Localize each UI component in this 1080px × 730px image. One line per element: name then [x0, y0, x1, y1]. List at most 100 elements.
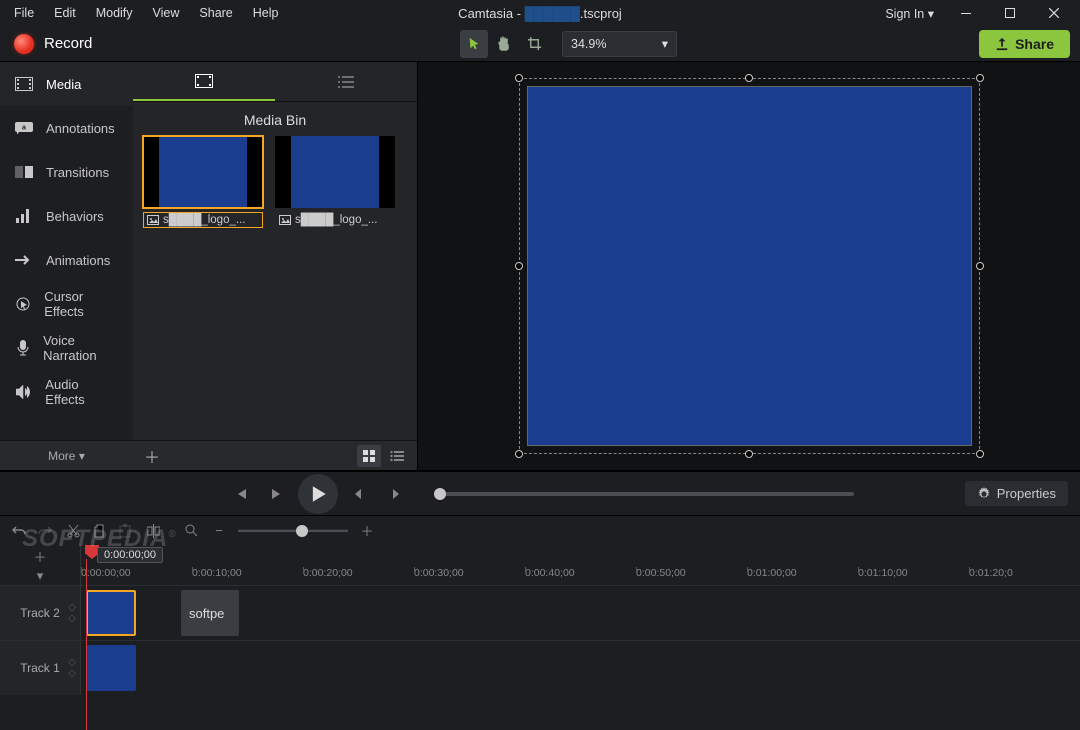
collapse-tracks-button[interactable]: ▾: [31, 568, 49, 584]
zoom-knob[interactable]: [296, 525, 308, 537]
media-item-1[interactable]: s████_logo_...: [143, 136, 263, 228]
menu-edit[interactable]: Edit: [44, 2, 86, 24]
clip-image-selected[interactable]: [86, 590, 136, 636]
add-track-button[interactable]: ＋: [31, 547, 49, 566]
track-1-header[interactable]: Track 1◇◇: [0, 641, 80, 695]
timeline-toolbar: − ＋: [0, 515, 1080, 545]
media-item-2[interactable]: s████_logo_...: [275, 136, 395, 228]
next-frame-button[interactable]: [262, 479, 292, 509]
track-toggles[interactable]: ◇◇: [68, 602, 76, 624]
properties-label: Properties: [997, 486, 1056, 501]
handle-top-mid[interactable]: [745, 74, 753, 82]
pan-tool[interactable]: [490, 30, 518, 58]
sign-in-button[interactable]: Sign In ▾: [875, 2, 944, 25]
crop-tool[interactable]: [520, 30, 548, 58]
close-button[interactable]: [1032, 0, 1076, 26]
media-bin-title: Media Bin: [133, 102, 417, 136]
redo-button[interactable]: [36, 525, 54, 537]
image-icon: [279, 215, 291, 225]
track-1: Track 1◇◇: [0, 640, 1080, 695]
tab-more[interactable]: More ▾: [0, 440, 133, 470]
prev-marker-button[interactable]: [344, 479, 374, 509]
canvas-content[interactable]: [527, 86, 972, 446]
zoom-out-button[interactable]: −: [210, 523, 228, 538]
tab-animations[interactable]: Animations: [0, 238, 133, 282]
properties-button[interactable]: Properties: [965, 481, 1068, 506]
handle-bot-right[interactable]: [976, 450, 984, 458]
track-2: Track 2◇◇ softpe: [0, 585, 1080, 640]
playback-slider[interactable]: [434, 492, 854, 496]
canvas-selection[interactable]: [527, 86, 972, 446]
menu-modify[interactable]: Modify: [86, 2, 143, 24]
clip-image[interactable]: [86, 645, 136, 691]
handle-mid-right[interactable]: [976, 262, 984, 270]
track-toggles[interactable]: ◇◇: [68, 657, 76, 679]
playhead-time: 0:00:00;00: [97, 547, 163, 563]
zoom-in-button[interactable]: ＋: [358, 521, 376, 540]
handle-top-left[interactable]: [515, 74, 523, 82]
record-button[interactable]: Record: [14, 34, 92, 54]
list-icon: [390, 451, 404, 461]
handle-bot-mid[interactable]: [745, 450, 753, 458]
media-thumb: [275, 136, 395, 208]
media-thumb: [143, 136, 263, 208]
play-button[interactable]: [298, 474, 338, 514]
share-button[interactable]: Share: [979, 30, 1070, 58]
minimize-button[interactable]: [944, 0, 988, 26]
clip-text[interactable]: softpe: [181, 590, 239, 636]
tab-transitions[interactable]: Transitions: [0, 150, 133, 194]
handle-top-right[interactable]: [976, 74, 984, 82]
undo-button[interactable]: [10, 525, 28, 537]
prev-frame-button[interactable]: [226, 479, 256, 509]
playback-thumb[interactable]: [434, 488, 446, 500]
media-bin-tab[interactable]: [133, 62, 275, 101]
handle-mid-left[interactable]: [515, 262, 523, 270]
media-icon: [14, 77, 34, 91]
tab-media[interactable]: Media: [0, 62, 133, 106]
magnifier-icon: [182, 524, 200, 537]
ruler[interactable]: 0:00:00;00 0:00:10;00 0:00:20;00 0:00:30…: [81, 567, 1080, 585]
library-tab[interactable]: [275, 62, 417, 101]
tab-audio-effects[interactable]: Audio Effects: [0, 370, 133, 414]
tab-annotations[interactable]: aAnnotations: [0, 106, 133, 150]
grid-view-button[interactable]: [357, 445, 381, 467]
track-2-body[interactable]: softpe: [80, 586, 1080, 640]
add-media-button[interactable]: ＋: [141, 444, 163, 468]
gear-icon: [977, 487, 991, 501]
audio-icon: [14, 385, 33, 399]
canvas-area[interactable]: [418, 62, 1080, 470]
menu-share[interactable]: Share: [189, 2, 242, 24]
filmstrip-icon: [195, 74, 213, 88]
annotations-icon: a: [14, 122, 34, 134]
transitions-icon: [14, 166, 34, 178]
record-label: Record: [44, 35, 92, 52]
tab-behaviors[interactable]: Behaviors: [0, 194, 133, 238]
copy-button[interactable]: [90, 524, 108, 538]
cut-button[interactable]: [64, 524, 82, 538]
tab-cursor-effects[interactable]: Cursor Effects: [0, 282, 133, 326]
grid-icon: [363, 450, 375, 462]
menu-view[interactable]: View: [143, 2, 190, 24]
media-panel: Media Bin s████_logo_... s████_logo_... …: [133, 62, 418, 470]
timeline-ruler-area[interactable]: 0:00:00;00 0:00:00;00 0:00:10;00 0:00:20…: [80, 545, 1080, 585]
timeline-zoom-slider[interactable]: [238, 529, 348, 532]
canvas-zoom-select[interactable]: 34.9% ▾: [562, 31, 677, 57]
split-button[interactable]: [144, 524, 162, 538]
track-1-body[interactable]: [80, 641, 1080, 695]
tab-voice-narration[interactable]: Voice Narration: [0, 326, 133, 370]
cursor-effects-icon: [14, 296, 32, 312]
maximize-button[interactable]: [988, 0, 1032, 26]
menu-help[interactable]: Help: [243, 2, 289, 24]
menu-file[interactable]: File: [4, 2, 44, 24]
select-tool[interactable]: [460, 30, 488, 58]
track-2-header[interactable]: Track 2◇◇: [0, 586, 80, 640]
track-controls: ＋ ▾: [0, 545, 80, 585]
menu-bar: File Edit Modify View Share Help Camtasi…: [0, 0, 1080, 26]
handle-bot-left[interactable]: [515, 450, 523, 458]
record-icon: [14, 34, 34, 54]
list-view-button[interactable]: [385, 445, 409, 467]
next-marker-button[interactable]: [380, 479, 410, 509]
image-icon: [147, 215, 159, 225]
media-label: s████_logo_...: [143, 212, 263, 228]
paste-button[interactable]: [116, 524, 134, 538]
